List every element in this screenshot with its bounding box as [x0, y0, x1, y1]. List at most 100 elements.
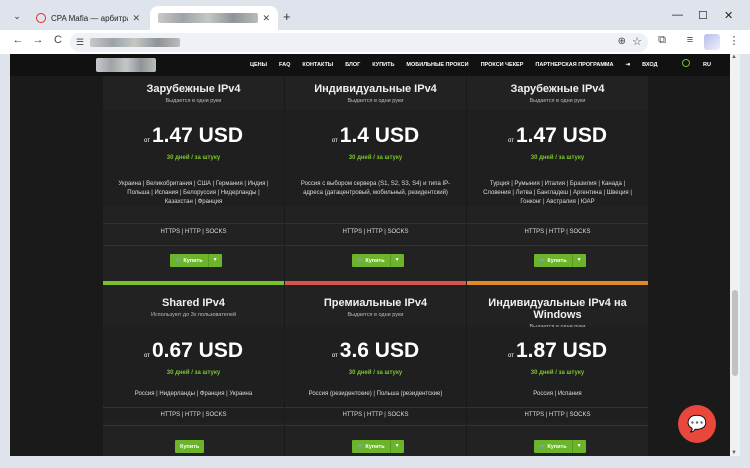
divider: [467, 407, 648, 408]
price-value: 1.47 USD: [515, 124, 607, 147]
buy-button[interactable]: Купить: [175, 440, 205, 453]
tab-search-icon[interactable]: ⌄: [10, 9, 24, 23]
price-period: 30 дней / за штуку: [348, 155, 403, 161]
site-navbar: ЦЕНЫ FAQ КОНТАКТЫ БЛОГ КУПИТЬ МОБИЛЬНЫЕ …: [10, 54, 730, 76]
web-page: ЦЕНЫ FAQ КОНТАКТЫ БЛОГ КУПИТЬ МОБИЛЬНЫЕ …: [10, 54, 730, 456]
divider: [467, 245, 648, 246]
card-title: Зарубежные IPv4: [146, 83, 241, 95]
buy-dropdown-caret[interactable]: ▼: [389, 254, 404, 267]
blurred-url: [90, 38, 181, 47]
divider: [467, 223, 648, 224]
buy-label: Купить: [365, 443, 385, 450]
price: от0.67 USD: [103, 339, 284, 363]
nav-link-contacts[interactable]: КОНТАКТЫ: [302, 62, 333, 68]
login-icon: ⇥: [625, 62, 631, 68]
buy-dropdown-caret[interactable]: ▼: [207, 254, 222, 267]
divider: [103, 223, 284, 224]
card-locations: Россия | Испания: [533, 391, 582, 397]
nav-link-blog[interactable]: БЛОГ: [345, 62, 360, 68]
close-window-button[interactable]: ✕: [724, 9, 733, 22]
nav-link-buy[interactable]: КУПИТЬ: [372, 62, 394, 68]
price: от1.47 USD: [467, 124, 648, 148]
card-locations: Россия с выбором сервера (S1, S2, S3, S4…: [300, 181, 451, 196]
minimize-button[interactable]: —: [672, 9, 683, 21]
buy-label: Купить: [365, 257, 385, 264]
buy-label: Купить: [547, 443, 567, 450]
divider: [103, 425, 284, 426]
chat-widget-button[interactable]: 💬: [678, 405, 716, 443]
card-protocols: HTTPS | HTTP | SOCKS: [342, 412, 409, 418]
buy-dropdown-caret[interactable]: ▼: [571, 254, 586, 267]
nav-link-faq[interactable]: FAQ: [279, 62, 290, 68]
site-info-icon[interactable]: ☰: [76, 37, 84, 48]
nav-language[interactable]: RU: [681, 59, 723, 68]
reading-list-icon[interactable]: ≡: [682, 34, 698, 46]
price-prefix: от: [331, 138, 338, 144]
divider: [103, 407, 284, 408]
chat-bubbles-icon: 💬: [687, 416, 707, 433]
tab-cpa-mafia[interactable]: CPA Mafia — арбитраж трафи ✕: [28, 6, 148, 30]
divider: [285, 425, 466, 426]
card-title: Зарубежные IPv4: [510, 83, 605, 95]
price-period: 30 дней / за штуку: [530, 155, 585, 161]
page-scrollbar[interactable]: ▲ ▼: [730, 54, 740, 456]
buy-button[interactable]: 🛒 Купить ▼: [170, 254, 222, 267]
divider: [103, 245, 284, 246]
tab-title: CPA Mafia — арбитраж трафи: [51, 13, 128, 23]
nav-link-prices[interactable]: ЦЕНЫ: [250, 62, 267, 68]
card-title: Премиальные IPv4: [323, 297, 428, 309]
blurred-tab-title: [158, 13, 259, 23]
scroll-down-arrow-icon[interactable]: ▼: [731, 450, 737, 456]
close-tab-icon[interactable]: ✕: [262, 13, 270, 24]
price-value: 3.6 USD: [339, 339, 420, 362]
buy-label: Купить: [547, 257, 567, 264]
nav-link-partner[interactable]: ПАРТНЕРСКАЯ ПРОГРАММА: [535, 62, 613, 68]
nav-link-proxy-checker[interactable]: ПРОКСИ ЧЕКЕР: [481, 62, 524, 68]
nav-link-mobile-proxy[interactable]: МОБИЛЬНЫЕ ПРОКСИ: [406, 62, 468, 68]
extensions-icon[interactable]: ⧉: [654, 34, 670, 47]
scrollbar-thumb[interactable]: [732, 290, 738, 376]
new-tab-button[interactable]: +: [283, 9, 291, 24]
tariff-card: Shared IPv4 Используют до 3х пользовател…: [103, 285, 284, 456]
toolbar: ← → C ☰ ⊕ ☆ ⧉ ≡ ⋮: [0, 30, 750, 54]
cart-icon: 🛒: [539, 443, 546, 450]
card-title: Индивидуальные IPv4: [314, 83, 437, 95]
price-value: 1.47 USD: [151, 124, 243, 147]
buy-label: Купить: [180, 443, 200, 450]
bookmark-star-icon[interactable]: ☆: [632, 35, 642, 48]
browser-window: ⌄ CPA Mafia — арбитраж трафи ✕ ✕ + — ☐ ✕…: [0, 0, 750, 468]
card-title: Индивидуальные IPv4 на Windows: [488, 297, 627, 321]
cpa-mafia-favicon-icon: [36, 13, 46, 23]
menu-icon[interactable]: ⋮: [726, 34, 742, 47]
nav-link-login[interactable]: ⇥ ВХОД: [625, 62, 669, 68]
buy-button[interactable]: 🛒 Купить ▼: [352, 254, 404, 267]
maximize-button[interactable]: ☐: [698, 9, 708, 22]
address-bar[interactable]: ☰ ⊕ ☆: [70, 33, 648, 52]
close-tab-icon[interactable]: ✕: [132, 13, 140, 24]
card-protocols: HTTPS | HTTP | SOCKS: [160, 229, 227, 235]
profile-avatar[interactable]: [704, 34, 720, 50]
buy-dropdown-caret[interactable]: ▼: [571, 440, 586, 453]
card-title: Shared IPv4: [162, 297, 225, 309]
site-logo[interactable]: [96, 58, 156, 72]
back-icon[interactable]: ←: [10, 34, 26, 46]
card-locations: Украина | Великобритания | США | Германи…: [118, 181, 269, 205]
reload-icon[interactable]: C: [50, 34, 66, 46]
globe-icon: [681, 59, 690, 68]
forward-icon[interactable]: →: [30, 34, 46, 46]
price-prefix: от: [508, 138, 514, 144]
card-locations: Россия | Нидерланды | Франция | Украина: [134, 391, 253, 397]
language-label: RU: [703, 62, 711, 68]
buy-button[interactable]: 🛒 Купить ▼: [534, 440, 586, 453]
buy-dropdown-caret[interactable]: ▼: [389, 440, 404, 453]
price: от3.6 USD: [285, 339, 466, 363]
card-subtitle: Используют до 3х пользователей: [150, 312, 237, 318]
price-period: 30 дней / за штуку: [166, 370, 221, 376]
buy-button[interactable]: 🛒 Купить ▼: [534, 254, 586, 267]
zoom-icon[interactable]: ⊕: [618, 36, 626, 47]
scroll-up-arrow-icon[interactable]: ▲: [731, 54, 737, 60]
cart-icon: 🛒: [175, 257, 182, 264]
card-protocols: HTTPS | HTTP | SOCKS: [524, 412, 591, 418]
buy-button[interactable]: 🛒 Купить ▼: [352, 440, 404, 453]
tab-active[interactable]: ✕: [150, 6, 278, 30]
